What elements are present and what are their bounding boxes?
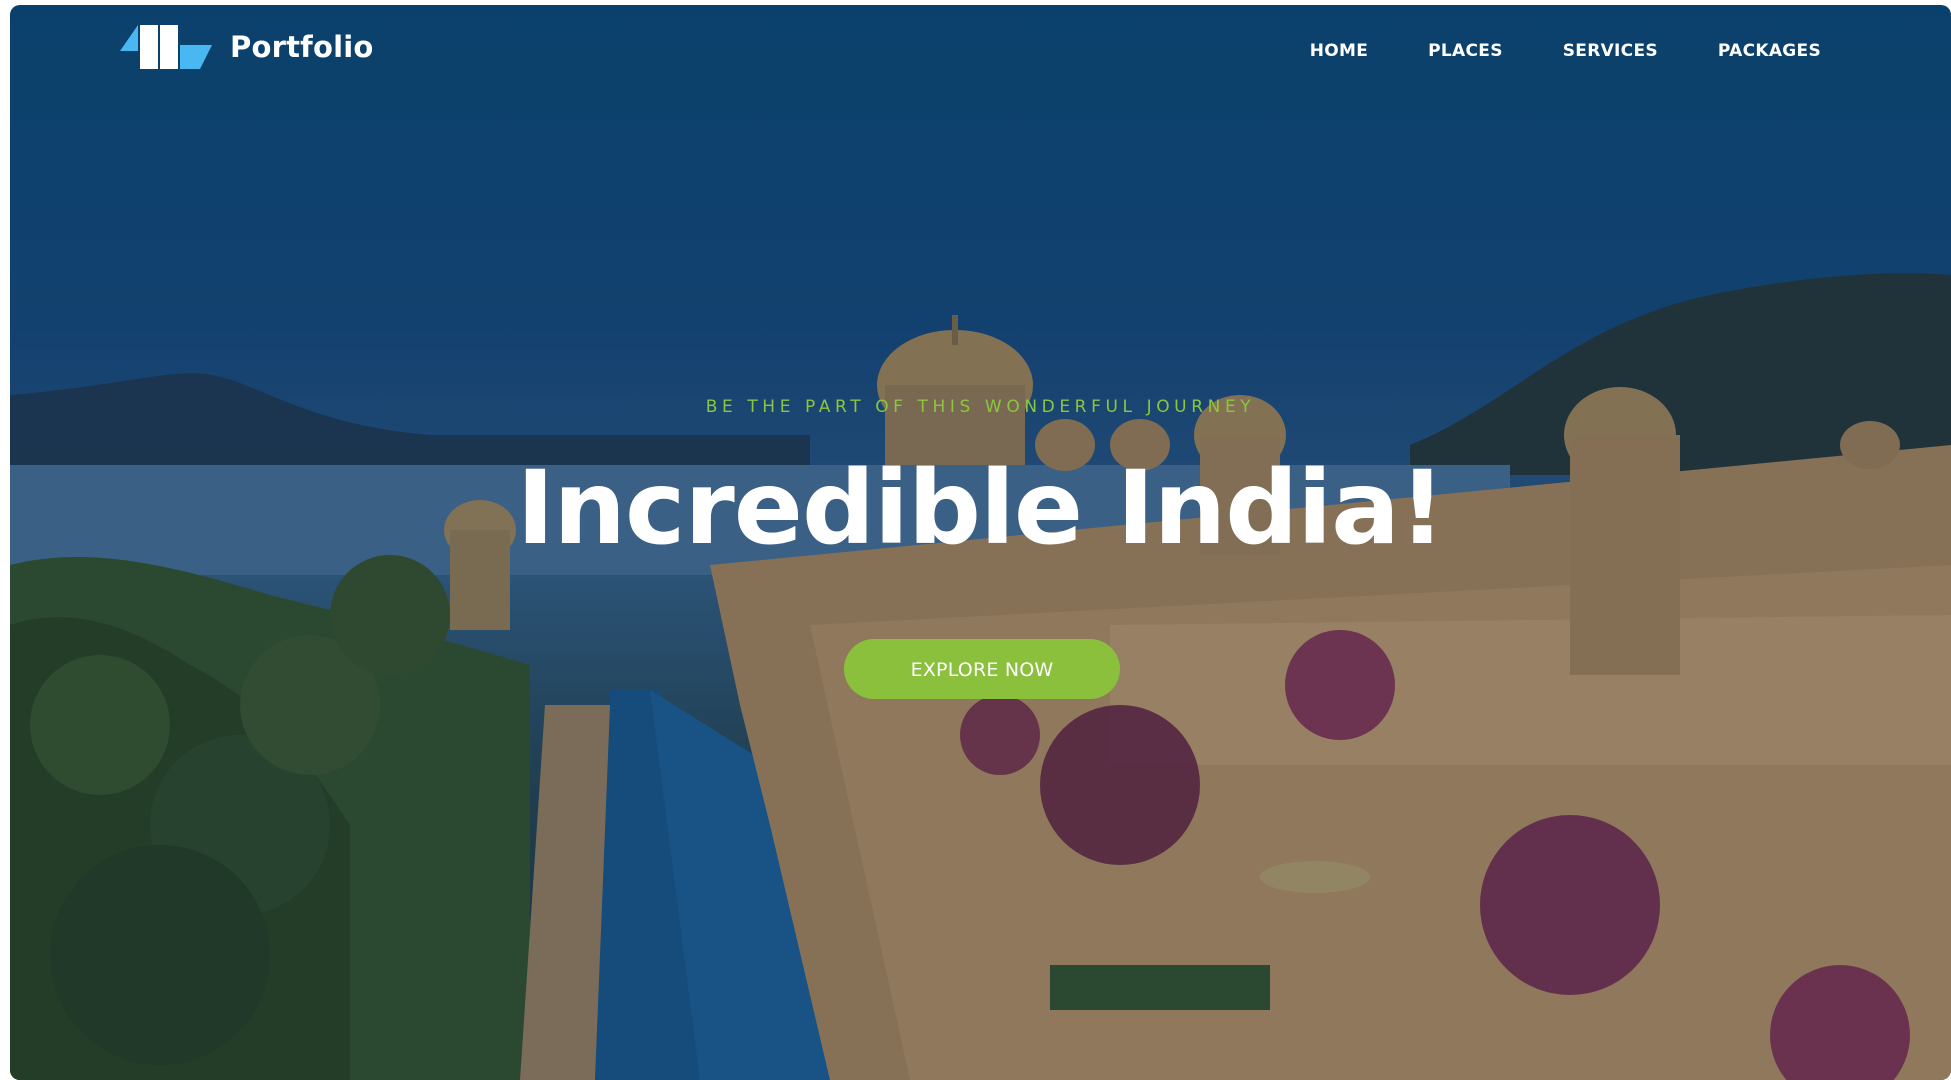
portfolio-logo-icon [120,25,212,69]
brand[interactable]: Portfolio [120,23,374,71]
nav-packages-link[interactable]: PACKAGES [1718,41,1821,61]
nav-home-link[interactable]: HOME [1310,41,1368,61]
navbar: Portfolio HOME PLACES SERVICES PACKAGES [10,5,1951,95]
hero-headline: Incredible India! [516,449,1445,568]
main-nav: HOME PLACES SERVICES PACKAGES [1310,41,1821,61]
nav-places-link[interactable]: PLACES [1428,41,1503,61]
hero-tagline: BE THE PART OF THIS WONDERFUL JOURNEY [705,397,1256,417]
brand-name: Portfolio [230,30,374,64]
nav-services-link[interactable]: SERVICES [1563,41,1658,61]
explore-now-button[interactable]: EXPLORE NOW [844,639,1120,699]
page-frame: Portfolio HOME PLACES SERVICES PACKAGES … [10,5,1951,1080]
